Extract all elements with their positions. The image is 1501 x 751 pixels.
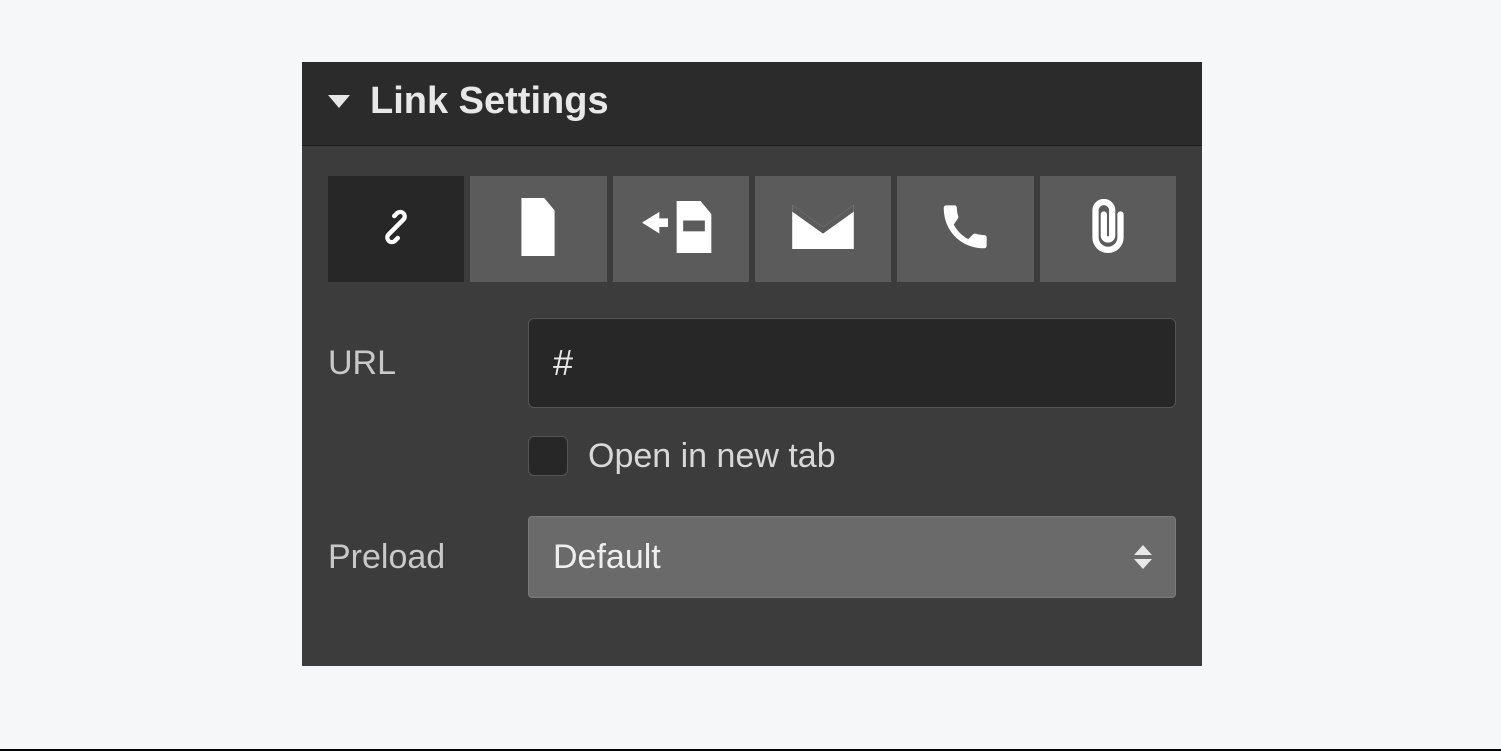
- link-type-attachment[interactable]: [1040, 176, 1176, 282]
- link-type-tabs: [328, 176, 1176, 282]
- select-caret-icon: [1134, 545, 1152, 569]
- url-input[interactable]: [528, 318, 1176, 408]
- link-settings-panel: Link Settings: [302, 62, 1202, 666]
- link-type-page[interactable]: [470, 176, 606, 282]
- collapse-triangle-icon: [328, 95, 350, 108]
- panel-header[interactable]: Link Settings: [302, 62, 1202, 146]
- link-type-email[interactable]: [755, 176, 891, 282]
- url-label: URL: [328, 344, 528, 383]
- phone-icon: [940, 202, 990, 257]
- page-section-icon: [642, 200, 720, 259]
- preload-label: Preload: [328, 538, 528, 577]
- open-new-tab-row: Open in new tab: [528, 436, 1176, 476]
- email-icon: [792, 205, 854, 254]
- open-new-tab-label: Open in new tab: [588, 437, 836, 476]
- link-icon: [369, 200, 423, 259]
- link-type-url[interactable]: [328, 176, 464, 282]
- preload-row: Preload Default: [328, 516, 1176, 598]
- open-new-tab-checkbox[interactable]: [528, 436, 568, 476]
- preload-select-value: Default: [553, 538, 661, 577]
- link-type-section[interactable]: [613, 176, 749, 282]
- url-row: URL: [328, 318, 1176, 408]
- panel-body: URL Open in new tab Preload Default: [302, 146, 1202, 666]
- page-icon: [513, 198, 563, 261]
- attachment-icon: [1083, 199, 1133, 260]
- preload-select[interactable]: Default: [528, 516, 1176, 598]
- link-type-phone[interactable]: [897, 176, 1033, 282]
- panel-title: Link Settings: [370, 80, 609, 123]
